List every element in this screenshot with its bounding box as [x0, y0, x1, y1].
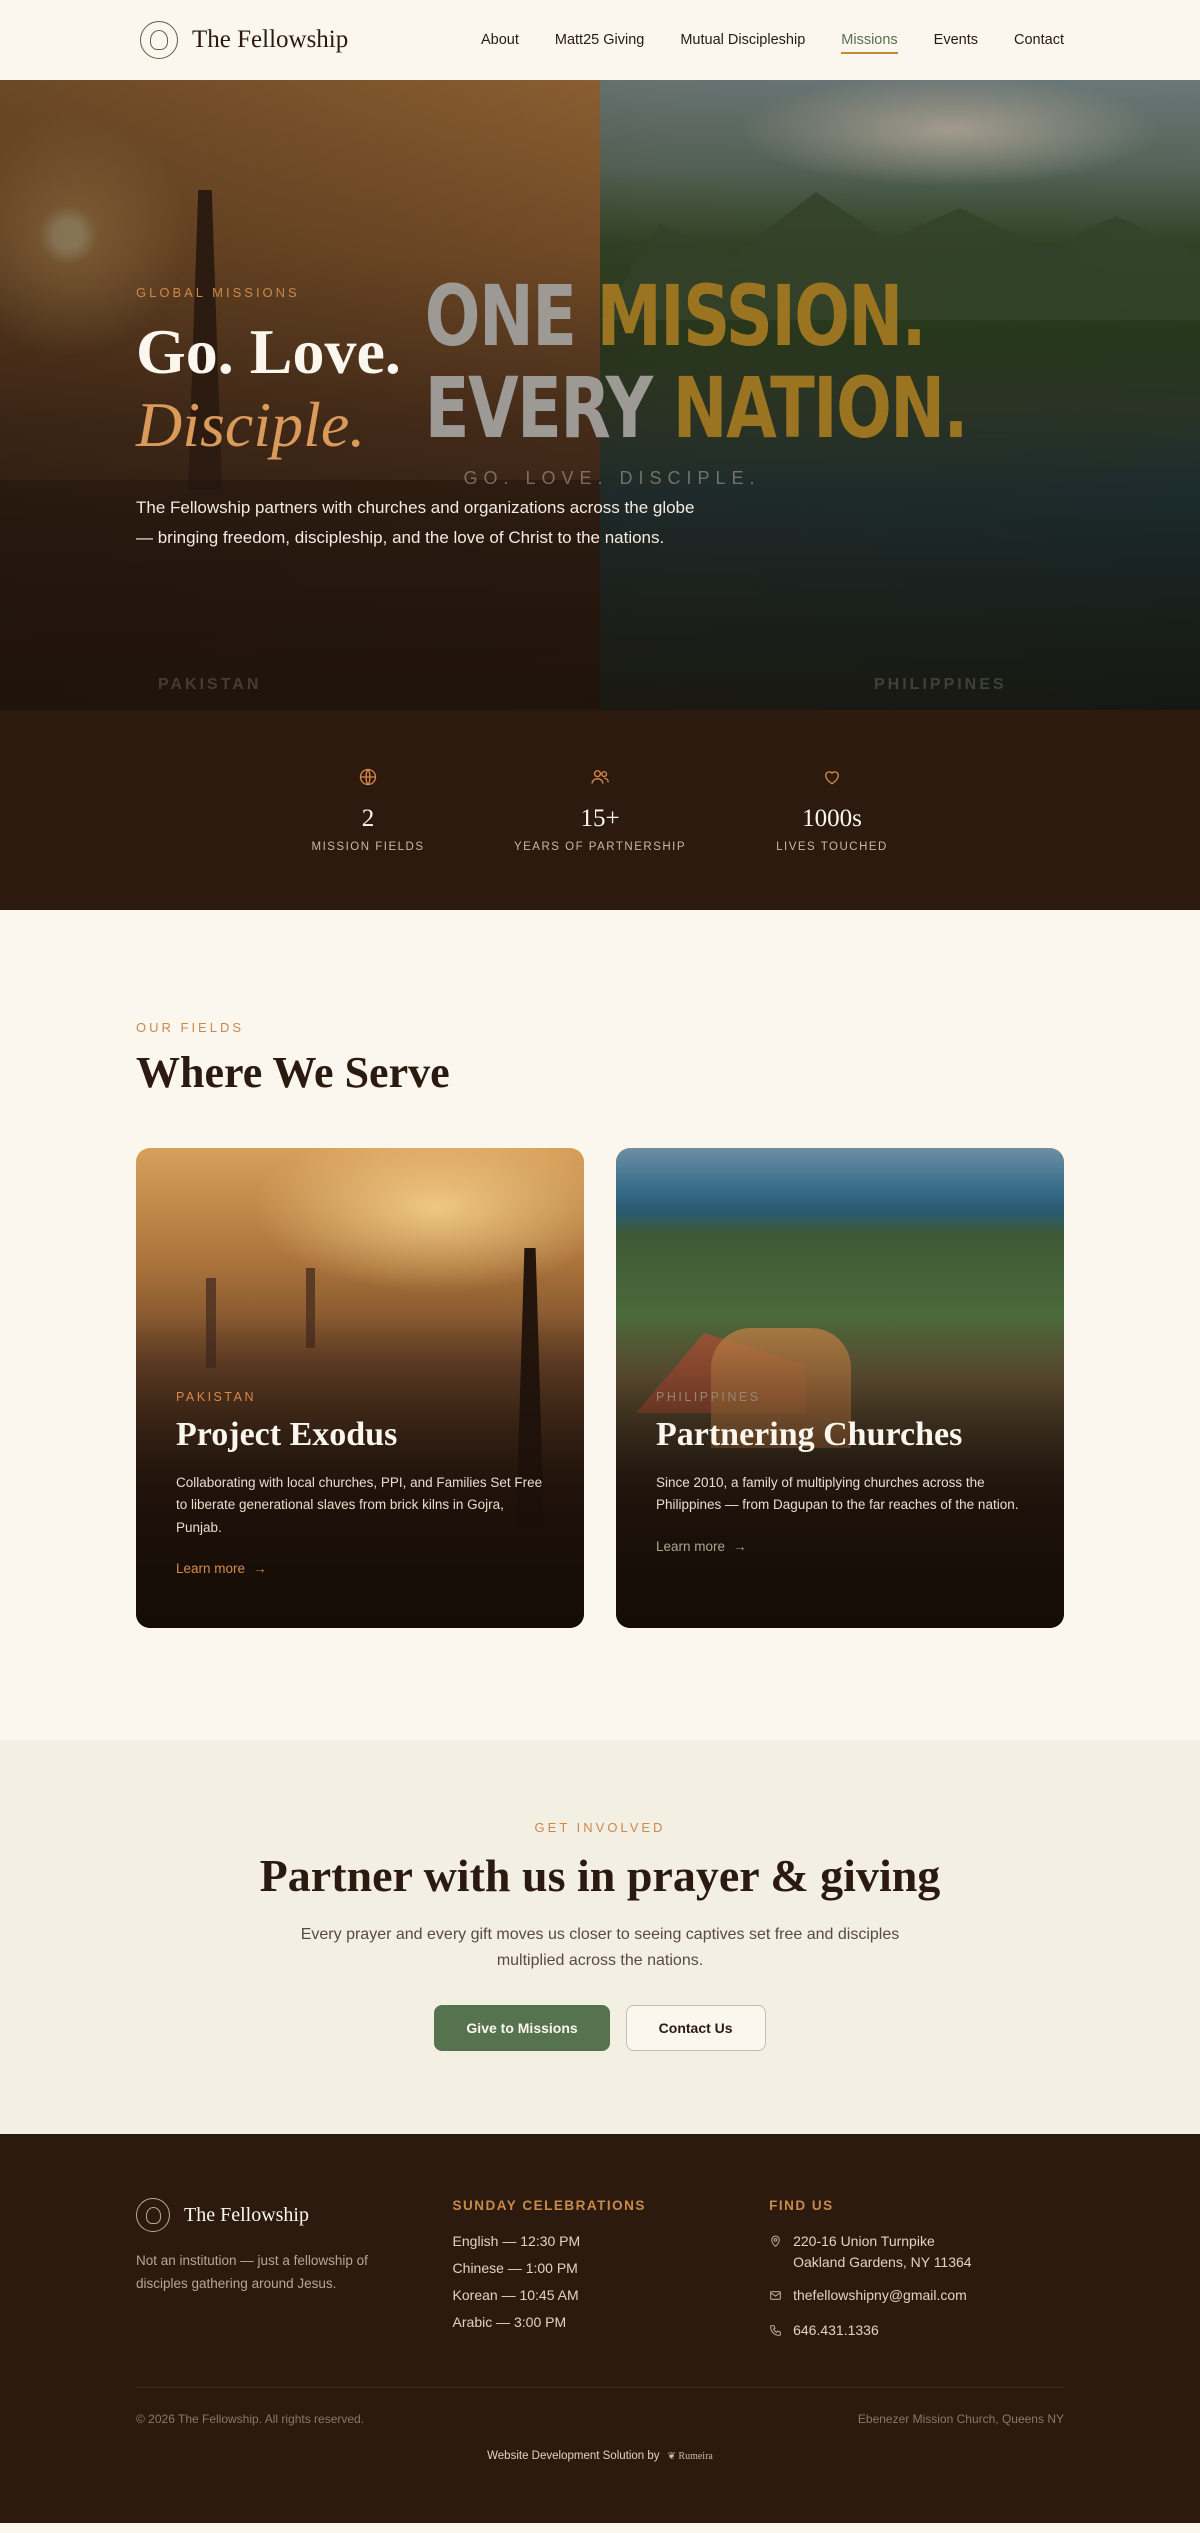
nav-link-missions[interactable]: Missions — [841, 26, 899, 54]
stat-value: 15+ — [580, 805, 620, 832]
field-card-pakistan[interactable]: Pakistan Project Exodus Collaborating wi… — [136, 1148, 584, 1628]
phone-icon — [769, 2320, 783, 2343]
address-line-2: Oakland Gardens, NY 11364 — [793, 2254, 972, 2270]
celebration-arabic: Arabic — 3:00 PM — [452, 2314, 567, 2330]
address-item: 220-16 Union Turnpike Oakland Gardens, N… — [769, 2231, 1064, 2273]
footer-brand-name: The Fellowship — [184, 2203, 309, 2226]
nav-link-about[interactable]: About — [481, 26, 519, 54]
learn-more-label: Learn more — [656, 1538, 726, 1554]
fields-title: Where We Serve — [136, 1048, 450, 1097]
stat-value: 1000s — [802, 805, 862, 832]
card-title: Project Exodus — [176, 1416, 398, 1453]
address-text: 220-16 Union Turnpike Oakland Gardens, N… — [793, 2231, 972, 2273]
celebration-korean: Korean — 10:45 AM — [452, 2287, 579, 2303]
card-title: Partnering Churches — [656, 1416, 963, 1453]
copyright-text: © 2026 The Fellowship. All rights reserv… — [136, 2412, 365, 2426]
fellowship-logo-icon — [136, 2198, 170, 2232]
stats-band: 2 Mission Fields 15+ Years of Partnershi… — [0, 710, 1200, 910]
email-item[interactable]: thefellowshipny@gmail.com — [769, 2285, 1064, 2308]
footer-brand-column: The Fellowship Not an institution — just… — [136, 2198, 453, 2355]
card-gradient — [616, 1148, 1064, 1628]
hero-content: Global Missions Go. Love. Disciple. The … — [136, 285, 696, 553]
globe-icon — [252, 767, 484, 791]
find-us-heading: Find Us — [769, 2198, 834, 2213]
hero-caption-pakistan: PAKISTAN — [158, 676, 262, 693]
give-to-missions-button[interactable]: Give to Missions — [434, 2004, 610, 2051]
heart-icon — [716, 767, 948, 791]
hero-section: ONE MISSION. EVERY NATION. GO. LOVE. DIS… — [0, 80, 1200, 710]
celebration-chinese: Chinese — 1:00 PM — [452, 2260, 578, 2276]
contact-us-button[interactable]: Contact Us — [625, 2004, 766, 2051]
cta-description: Every prayer and every gift moves us clo… — [300, 1926, 900, 1970]
cta-buttons: Give to Missions Contact Us — [0, 2004, 1200, 2051]
card-description: Collaborating with local churches, PPI, … — [176, 1475, 543, 1535]
learn-more-link[interactable]: Learn more → — [656, 1539, 747, 1554]
brand-name: The Fellowship — [192, 26, 349, 53]
rumeira-logo-link[interactable]: ❦ Rumeira — [668, 2451, 713, 2462]
card-body: Pakistan Project Exodus Collaborating wi… — [176, 1390, 544, 1578]
learn-more-label: Learn more — [176, 1560, 246, 1576]
credit-text: Website Development Solution by — [487, 2450, 660, 2462]
footer-columns: The Fellowship Not an institution — just… — [136, 2198, 1064, 2355]
hero-title: Go. Love. — [136, 316, 401, 387]
card-eyebrow: Philippines — [656, 1390, 761, 1404]
nav-link-matt25-giving[interactable]: Matt25 Giving — [555, 26, 644, 54]
stat-label: Years of Partnership — [513, 841, 687, 853]
celebration-english: English — 12:30 PM — [452, 2233, 581, 2249]
fellowship-logo-icon — [140, 21, 178, 59]
hero-subtitle: Disciple. — [136, 389, 366, 461]
footer-celebrations-column: Sunday Celebrations English — 12:30 PM C… — [453, 2198, 770, 2355]
top-navigation: The Fellowship About Matt25 Giving Mutua… — [0, 0, 1200, 80]
arrow-right-icon: → — [253, 1560, 267, 1576]
celebrations-heading: Sunday Celebrations — [452, 2198, 646, 2213]
nav-link-events[interactable]: Events — [934, 26, 978, 54]
stat-lives-touched: 1000s Lives Touched — [716, 767, 948, 853]
footer-bottom-bar: © 2026 The Fellowship. All rights reserv… — [136, 2412, 1064, 2426]
nav-link-mutual-discipleship[interactable]: Mutual Discipleship — [680, 26, 805, 54]
location-note: Ebenezer Mission Church, Queens NY — [857, 2412, 1064, 2426]
hero-description: The Fellowship partners with churches an… — [136, 498, 695, 547]
phone-text: 646.431.1336 — [793, 2322, 879, 2338]
people-icon — [484, 767, 716, 791]
site-footer: The Fellowship Not an institution — just… — [0, 2134, 1200, 2523]
card-eyebrow: Pakistan — [176, 1390, 256, 1404]
card-body: Philippines Partnering Churches Since 20… — [656, 1390, 1024, 1556]
stat-years-partnership: 15+ Years of Partnership — [484, 767, 716, 853]
rumeira-brand: Rumeira — [678, 2450, 713, 2462]
field-card-philippines[interactable]: Philippines Partnering Churches Since 20… — [616, 1148, 1064, 1628]
nav-links: About Matt25 Giving Mutual Discipleship … — [481, 26, 1064, 54]
footer-brand[interactable]: The Fellowship — [136, 2198, 453, 2232]
contact-list: 220-16 Union Turnpike Oakland Gardens, N… — [769, 2231, 1064, 2343]
footer-divider — [136, 2387, 1064, 2388]
footer-find-us-column: Find Us 220-16 Union Turnpike Oakland Ga… — [769, 2198, 1064, 2355]
card-description: Since 2010, a family of multiplying chur… — [656, 1475, 1019, 1513]
field-cards: Pakistan Project Exodus Collaborating wi… — [136, 1148, 1064, 1628]
stat-label: Mission Fields — [311, 841, 425, 853]
rumeira-logo-icon: ❦ — [667, 2450, 676, 2462]
cta-eyebrow: Get Involved — [534, 1820, 666, 1835]
get-involved-section: Get Involved Partner with us in prayer &… — [0, 1740, 1200, 2134]
stat-mission-fields: 2 Mission Fields — [252, 767, 484, 853]
footer-tagline: Not an institution — just a fellowship o… — [136, 2253, 368, 2291]
developer-credit: Website Development Solution by ❦ Rumeir… — [136, 2450, 1064, 2462]
stat-label: Lives Touched — [776, 841, 888, 853]
nav-link-contact[interactable]: Contact — [1014, 26, 1064, 54]
cta-title: Partner with us in prayer & giving — [259, 1850, 941, 1901]
celebrations-list: English — 12:30 PM Chinese — 1:00 PM Kor… — [453, 2231, 770, 2333]
brand-logo-link[interactable]: The Fellowship — [140, 21, 348, 59]
arrow-right-icon: → — [733, 1538, 747, 1554]
phone-item[interactable]: 646.431.1336 — [769, 2320, 1064, 2343]
stat-value: 2 — [361, 805, 375, 832]
learn-more-link[interactable]: Learn more → — [176, 1561, 267, 1576]
hero-eyebrow: Global Missions — [136, 285, 300, 300]
address-line-1: 220-16 Union Turnpike — [793, 2233, 935, 2249]
hero-caption-philippines: PHILIPPINES — [874, 676, 1007, 693]
fields-eyebrow: Our Fields — [136, 1020, 245, 1035]
map-pin-icon — [769, 2231, 783, 2254]
mail-icon — [769, 2285, 783, 2308]
fields-section: Our Fields Where We Serve Pakistan Proje… — [0, 910, 1200, 1740]
email-text: thefellowshipny@gmail.com — [793, 2287, 967, 2303]
